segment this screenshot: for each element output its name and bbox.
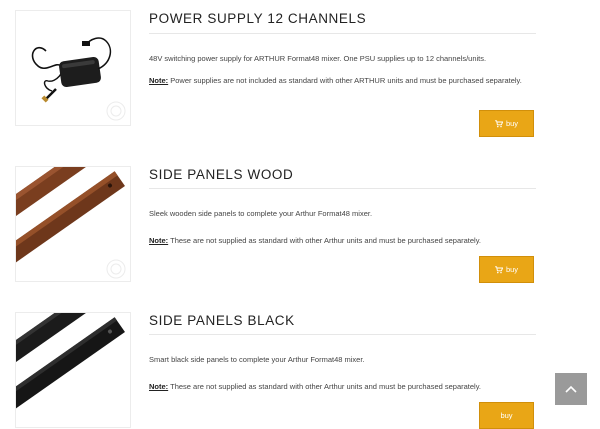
title-divider (149, 188, 536, 189)
note-text: These are not supplied as standard with … (168, 236, 481, 245)
product-image-side-panels-black[interactable] (15, 312, 131, 428)
note-text: Power supplies are not included as stand… (168, 76, 522, 85)
product-description: 48V switching power supply for ARTHUR Fo… (149, 54, 487, 63)
product-description: Smart black side panels to complete your… (149, 355, 365, 364)
buy-button[interactable]: buy (479, 256, 534, 283)
note-label: Note: (149, 76, 169, 85)
buy-button[interactable]: buy (479, 110, 534, 137)
product-title: SIDE PANELS BLACK (149, 313, 295, 328)
product-note: Note: These are not supplied as standard… (149, 234, 536, 247)
product-title: POWER SUPPLY 12 CHANNELS (149, 11, 367, 26)
chevron-up-icon (565, 385, 577, 393)
buy-label: buy (500, 411, 513, 420)
product-image-power-supply[interactable] (15, 10, 131, 126)
black-side-panels-image (16, 313, 125, 419)
title-divider (149, 334, 536, 335)
wooden-side-panels-image (16, 167, 126, 279)
note-label: Note: (149, 236, 169, 245)
product-image-side-panels-wood[interactable] (15, 166, 131, 282)
product-note: Note: Power supplies are not included as… (149, 74, 536, 87)
buy-label: buy (505, 119, 519, 128)
note-label: Note: (149, 382, 169, 391)
shopping-cart-icon (494, 265, 503, 273)
shopping-cart-icon (494, 119, 503, 127)
title-divider (149, 33, 536, 34)
power-supply-image (31, 37, 126, 121)
note-text: These are not supplied as standard with … (168, 382, 481, 391)
product-note: Note: These are not supplied as standard… (149, 380, 536, 393)
buy-button[interactable]: buy (479, 402, 534, 429)
product-title: SIDE PANELS WOOD (149, 167, 294, 182)
scroll-to-top-button[interactable] (555, 373, 587, 405)
product-description: Sleek wooden side panels to complete you… (149, 209, 373, 218)
buy-label: buy (505, 265, 519, 274)
